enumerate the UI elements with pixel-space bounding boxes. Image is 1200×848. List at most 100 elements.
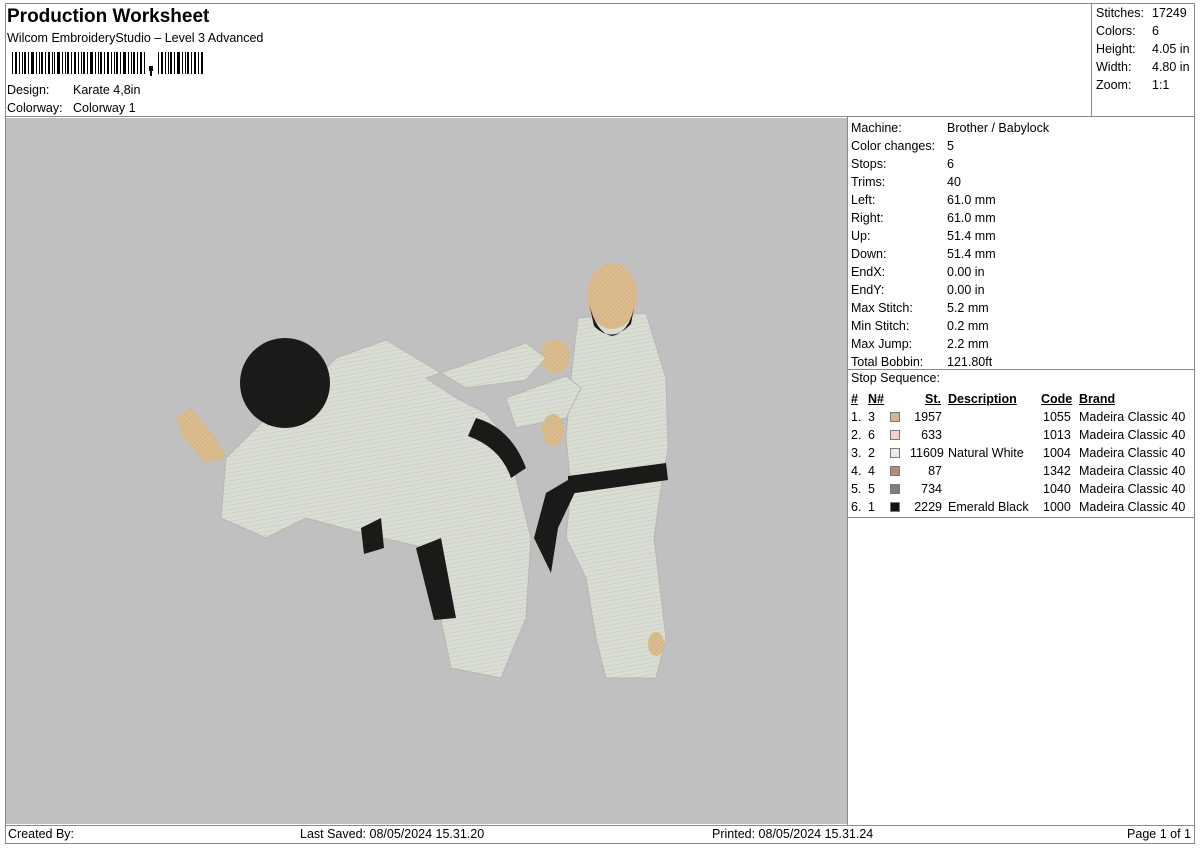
- param-value: 5: [947, 139, 954, 153]
- row-brand: Madeira Classic 40: [1079, 446, 1186, 460]
- col-n: N#: [868, 392, 884, 406]
- param-row: Right: 61.0 mm: [851, 209, 1049, 227]
- row-brand: Madeira Classic 40: [1079, 410, 1186, 424]
- param-label: Left:: [851, 193, 876, 207]
- row-needle: 2: [868, 446, 875, 460]
- param-row: EndX: 0.00 in: [851, 263, 1049, 281]
- row-needle: 6: [868, 428, 875, 442]
- param-value: Brother / Babylock: [947, 121, 1050, 135]
- col-num: #: [851, 392, 858, 406]
- col-brand: Brand: [1079, 392, 1116, 406]
- param-row: Color changes: 5: [851, 137, 1049, 155]
- param-value: 2.2 mm: [947, 337, 989, 351]
- param-label: Down:: [851, 247, 887, 261]
- stat-value: 17249: [1152, 6, 1187, 20]
- stat-value: 1:1: [1152, 78, 1170, 92]
- created-by: Created By:: [8, 827, 75, 841]
- param-label: Min Stitch:: [851, 319, 910, 333]
- row-stitches: 11609: [910, 446, 944, 460]
- design-value: Karate 4,8in: [73, 83, 141, 97]
- summary-stats: Stitches: 17249 Colors: 6 Height: 4.05 in W…: [1092, 3, 1195, 117]
- param-label: Stops:: [851, 157, 887, 171]
- row-needle: 5: [868, 482, 875, 496]
- row-code: 1055: [1043, 410, 1071, 424]
- row-num: 6.: [851, 500, 862, 514]
- col-code: Code: [1041, 392, 1073, 406]
- section-divider: [848, 369, 1195, 370]
- color-swatch: [890, 430, 900, 440]
- barcode: [12, 52, 203, 76]
- col-st: St.: [925, 392, 941, 406]
- param-value: 51.4 mm: [947, 247, 996, 261]
- machine-parameters: Machine: Brother / Babylock Color changes…: [851, 119, 1049, 371]
- param-value: 121.80ft: [947, 355, 993, 369]
- col-description: Description: [948, 392, 1017, 406]
- param-value: 40: [947, 175, 961, 189]
- stop-sequence-title: Stop Sequence:: [851, 371, 940, 385]
- software-name: Wilcom EmbroideryStudio – Level 3 Advanc…: [7, 31, 264, 45]
- row-brand: Madeira Classic 40: [1079, 464, 1186, 478]
- row-num: 4.: [851, 464, 862, 478]
- row-brand: Madeira Classic 40: [1079, 500, 1186, 514]
- color-swatch: [890, 502, 900, 512]
- stat-label: Zoom:: [1096, 78, 1132, 92]
- param-row: Stops: 6: [851, 155, 1049, 173]
- stat-value: 6: [1152, 24, 1159, 38]
- row-needle: 4: [868, 464, 875, 478]
- row-stitches: 1957: [914, 410, 942, 424]
- param-row: Max Stitch: 5.2 mm: [851, 299, 1049, 317]
- stat-zoom: Zoom: 1:1: [1096, 78, 1169, 92]
- colorway-value: Colorway 1: [73, 101, 136, 115]
- row-description: Natural White: [948, 446, 1024, 460]
- row-code: 1000: [1043, 500, 1071, 514]
- param-row: Up: 51.4 mm: [851, 227, 1049, 245]
- row-brand: Madeira Classic 40: [1079, 482, 1186, 496]
- param-label: Right:: [851, 211, 884, 225]
- row-stitches: 633: [921, 428, 942, 442]
- row-stitches: 87: [928, 464, 942, 478]
- row-code: 1040: [1043, 482, 1071, 496]
- color-swatch: [890, 448, 900, 458]
- row-stitches: 734: [921, 482, 942, 496]
- stat-value: 4.05 in: [1152, 42, 1190, 56]
- colorway-row: Colorway: Colorway 1: [7, 101, 136, 115]
- page-number: Page 1 of 1: [1127, 827, 1191, 841]
- page-title: Production Worksheet: [7, 6, 210, 27]
- stat-height: Height: 4.05 in: [1096, 42, 1190, 56]
- printed-date: Printed: 08/05/2024 15.31.24: [712, 827, 874, 841]
- param-value: 6: [947, 157, 954, 171]
- param-row: Down: 51.4 mm: [851, 245, 1049, 263]
- row-code: 1004: [1043, 446, 1071, 460]
- stat-label: Width:: [1096, 60, 1132, 74]
- design-name-row: Design: Karate 4,8in: [7, 83, 140, 97]
- row-needle: 1: [868, 500, 875, 514]
- param-label: Color changes:: [851, 139, 936, 153]
- stat-value: 4.80 in: [1152, 60, 1190, 74]
- param-value: 51.4 mm: [947, 229, 996, 243]
- param-value: 61.0 mm: [947, 193, 996, 207]
- stat-width: Width: 4.80 in: [1096, 60, 1190, 74]
- kicking-fighter: [176, 338, 547, 679]
- row-code: 1342: [1043, 464, 1071, 478]
- design-preview: [6, 118, 847, 824]
- standing-fighter: [505, 263, 669, 679]
- row-description: Emerald Black: [948, 500, 1029, 514]
- stat-label: Colors:: [1096, 24, 1136, 38]
- last-saved: Last Saved: 08/05/2024 15.31.20: [300, 827, 485, 841]
- param-row: Max Jump: 2.2 mm: [851, 335, 1049, 353]
- section-divider: [848, 517, 1195, 518]
- row-code: 1013: [1043, 428, 1071, 442]
- param-value: 5.2 mm: [947, 301, 989, 315]
- row-brand: Madeira Classic 40: [1079, 428, 1186, 442]
- param-label: Up:: [851, 229, 871, 243]
- param-label: Trims:: [851, 175, 886, 189]
- param-value: 0.2 mm: [947, 319, 989, 333]
- color-swatch: [890, 412, 900, 422]
- panel-divider: [847, 117, 848, 825]
- param-row: Trims: 40: [851, 173, 1049, 191]
- row-num: 5.: [851, 482, 862, 496]
- color-swatch: [890, 466, 900, 476]
- param-value: 0.00 in: [947, 283, 985, 297]
- stat-label: Height:: [1096, 42, 1136, 56]
- colorway-label: Colorway:: [7, 101, 63, 115]
